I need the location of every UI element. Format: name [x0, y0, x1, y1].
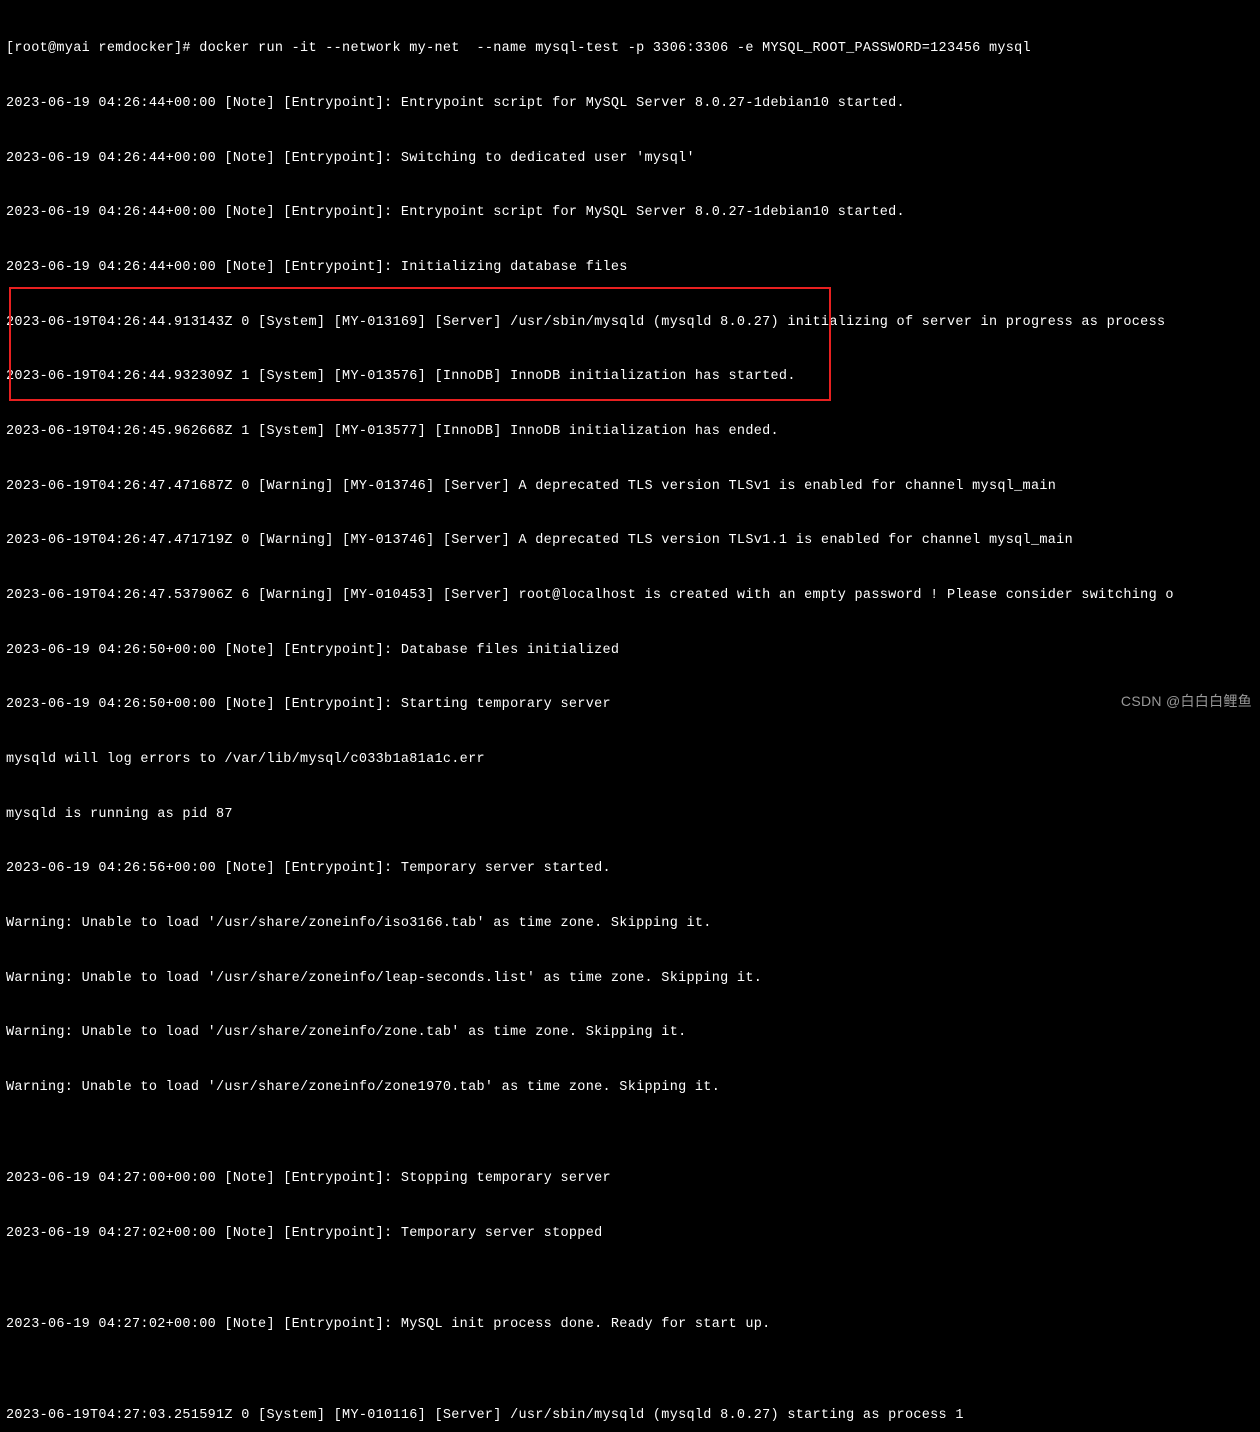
- terminal-output[interactable]: [root@myai remdocker]# docker run -it --…: [6, 4, 1254, 1432]
- terminal-line: 2023-06-19T04:26:47.537906Z 6 [Warning] …: [6, 587, 1254, 605]
- terminal-line: 2023-06-19T04:26:47.471687Z 0 [Warning] …: [6, 478, 1254, 496]
- terminal-line: 2023-06-19 04:27:00+00:00 [Note] [Entryp…: [6, 1170, 1254, 1188]
- terminal-line: 2023-06-19 04:27:02+00:00 [Note] [Entryp…: [6, 1316, 1254, 1334]
- terminal-line: 2023-06-19 04:26:56+00:00 [Note] [Entryp…: [6, 860, 1254, 878]
- terminal-line: mysqld will log errors to /var/lib/mysql…: [6, 751, 1254, 769]
- terminal-line: 2023-06-19T04:26:45.962668Z 1 [System] […: [6, 423, 1254, 441]
- terminal-line: 2023-06-19 04:26:44+00:00 [Note] [Entryp…: [6, 259, 1254, 277]
- terminal-line: 2023-06-19T04:26:44.913143Z 0 [System] […: [6, 314, 1254, 332]
- terminal-line: Warning: Unable to load '/usr/share/zone…: [6, 1079, 1254, 1097]
- terminal-line: 2023-06-19 04:27:02+00:00 [Note] [Entryp…: [6, 1225, 1254, 1243]
- terminal-line: 2023-06-19T04:26:44.932309Z 1 [System] […: [6, 368, 1254, 386]
- terminal-line: 2023-06-19T04:27:03.251591Z 0 [System] […: [6, 1407, 1254, 1425]
- terminal-line: mysqld is running as pid 87: [6, 806, 1254, 824]
- terminal-line: Warning: Unable to load '/usr/share/zone…: [6, 1024, 1254, 1042]
- terminal-line: 2023-06-19T04:26:47.471719Z 0 [Warning] …: [6, 532, 1254, 550]
- terminal-line: 2023-06-19 04:26:50+00:00 [Note] [Entryp…: [6, 642, 1254, 660]
- terminal-line: Warning: Unable to load '/usr/share/zone…: [6, 970, 1254, 988]
- terminal-line: [root@myai remdocker]# docker run -it --…: [6, 40, 1254, 58]
- terminal-line: 2023-06-19 04:26:44+00:00 [Note] [Entryp…: [6, 204, 1254, 222]
- terminal-line: 2023-06-19 04:26:44+00:00 [Note] [Entryp…: [6, 95, 1254, 113]
- terminal-line: Warning: Unable to load '/usr/share/zone…: [6, 915, 1254, 933]
- watermark-text: CSDN @白白白鲤鱼: [1121, 692, 1252, 711]
- terminal-line: 2023-06-19 04:26:50+00:00 [Note] [Entryp…: [6, 696, 1254, 714]
- terminal-line: 2023-06-19 04:26:44+00:00 [Note] [Entryp…: [6, 150, 1254, 168]
